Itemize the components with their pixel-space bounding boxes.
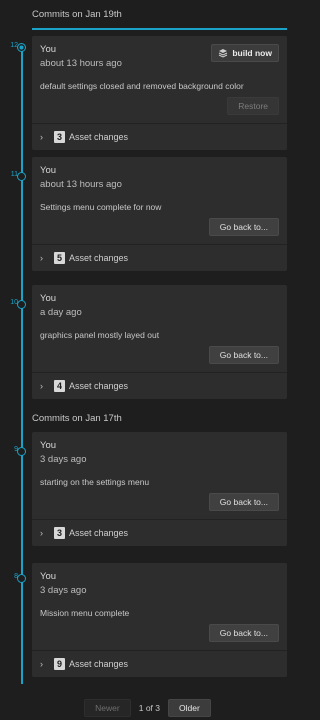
chevron-right-icon: › <box>40 253 43 263</box>
chevron-right-icon: › <box>40 528 43 538</box>
go-back-button[interactable]: Go back to... <box>208 624 279 642</box>
commit-marker-10: 10 <box>4 299 30 311</box>
commit-author: You <box>40 440 57 451</box>
asset-changes-toggle[interactable]: › 5 Asset changes <box>32 245 287 271</box>
older-button[interactable]: Older <box>168 699 211 717</box>
layers-icon <box>219 49 228 58</box>
commit-card-12: You about 13 hours ago build now default… <box>32 36 287 150</box>
timeline-dot <box>17 447 26 456</box>
chevron-right-icon: › <box>40 132 43 142</box>
commit-message: Mission menu complete <box>40 608 130 618</box>
build-now-label: build now <box>232 48 272 58</box>
commit-card-8: You 3 days ago Mission menu complete Go … <box>32 563 287 677</box>
timeline-dot-current <box>17 43 26 52</box>
commit-message: default settings closed and removed back… <box>40 81 244 91</box>
commit-card-9: You 3 days ago starting on the settings … <box>32 432 287 546</box>
go-back-button[interactable]: Go back to... <box>208 218 279 236</box>
timeline-dot <box>17 172 26 181</box>
timeline-dot <box>17 574 26 583</box>
newer-button[interactable]: Newer <box>84 699 131 717</box>
commit-marker-9: 9 <box>4 446 30 458</box>
commit-author: You <box>40 571 57 582</box>
commit-author: You <box>40 293 57 304</box>
commit-time: about 13 hours ago <box>40 179 122 190</box>
asset-changes-toggle[interactable]: › 3 Asset changes <box>32 124 287 150</box>
restore-button[interactable]: Restore <box>227 97 279 115</box>
chevron-right-icon: › <box>40 659 43 669</box>
commit-author: You <box>40 165 57 176</box>
asset-changes-toggle[interactable]: › 9 Asset changes <box>32 651 287 677</box>
chevron-right-icon: › <box>40 381 43 391</box>
group-header-jan19: Commits on Jan 19th <box>32 9 287 30</box>
asset-changes-label: Asset changes <box>69 381 129 391</box>
commit-time: 3 days ago <box>40 585 87 596</box>
build-now-button[interactable]: build now <box>211 44 279 62</box>
commit-message: starting on the settings menu <box>40 477 150 487</box>
asset-changes-toggle[interactable]: › 4 Asset changes <box>32 373 287 399</box>
commit-card-10: You a day ago graphics panel mostly laye… <box>32 285 287 399</box>
asset-count: 5 <box>54 252 66 264</box>
go-back-button[interactable]: Go back to... <box>208 493 279 511</box>
page-indicator: 1 of 3 <box>138 703 161 713</box>
asset-count: 4 <box>54 380 66 392</box>
commit-marker-11: 11 <box>4 171 30 183</box>
asset-count: 3 <box>54 131 66 143</box>
commit-card-11: You about 13 hours ago Settings menu com… <box>32 157 287 271</box>
commit-message: graphics panel mostly layed out <box>40 330 160 340</box>
asset-changes-toggle[interactable]: › 3 Asset changes <box>32 520 287 546</box>
commit-time: 3 days ago <box>40 454 87 465</box>
asset-count: 3 <box>54 527 66 539</box>
asset-changes-label: Asset changes <box>69 659 129 669</box>
commit-time: a day ago <box>40 307 82 318</box>
timeline-line <box>21 46 23 684</box>
asset-changes-label: Asset changes <box>69 132 129 142</box>
go-back-button[interactable]: Go back to... <box>208 346 279 364</box>
commit-marker-8: 8 <box>4 573 30 585</box>
asset-changes-label: Asset changes <box>69 253 129 263</box>
group-header-jan17: Commits on Jan 17th <box>32 413 122 424</box>
commit-message: Settings menu complete for now <box>40 202 162 212</box>
asset-count: 9 <box>54 658 66 670</box>
pagination: Newer 1 of 3 Older <box>0 699 295 717</box>
timeline-dot <box>17 300 26 309</box>
asset-changes-label: Asset changes <box>69 528 129 538</box>
commit-marker-12: 12 <box>4 42 30 54</box>
